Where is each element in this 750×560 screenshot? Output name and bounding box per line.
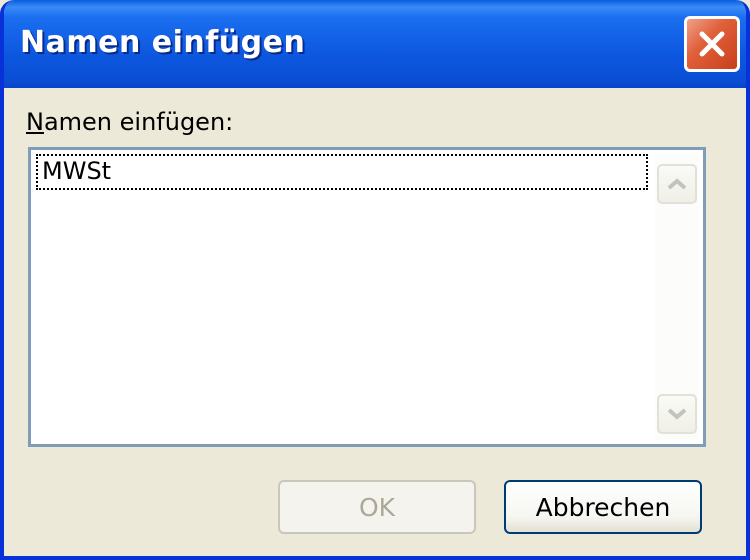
window-title: Namen einfügen: [20, 25, 306, 60]
names-label: Namen einfügen:: [26, 108, 233, 136]
close-button[interactable]: [684, 16, 740, 72]
list-item[interactable]: MWSt: [36, 154, 648, 190]
title-bar[interactable]: Namen einfügen: [4, 0, 746, 88]
vertical-scrollbar[interactable]: [655, 154, 699, 440]
names-listbox[interactable]: MWSt: [28, 147, 706, 447]
label-text: amen einfügen:: [43, 108, 234, 136]
dialog-window: Namen einfügen Namen einfügen: MWSt OK A: [0, 0, 750, 560]
cancel-button[interactable]: Abbrechen: [504, 480, 702, 534]
scroll-down-button[interactable]: [657, 394, 697, 434]
ok-button[interactable]: OK: [278, 480, 476, 534]
chevron-up-icon: [667, 178, 687, 190]
chevron-down-icon: [667, 408, 687, 420]
close-icon: [699, 31, 725, 57]
scroll-up-button[interactable]: [657, 164, 697, 204]
label-mnemonic: N: [26, 108, 44, 136]
